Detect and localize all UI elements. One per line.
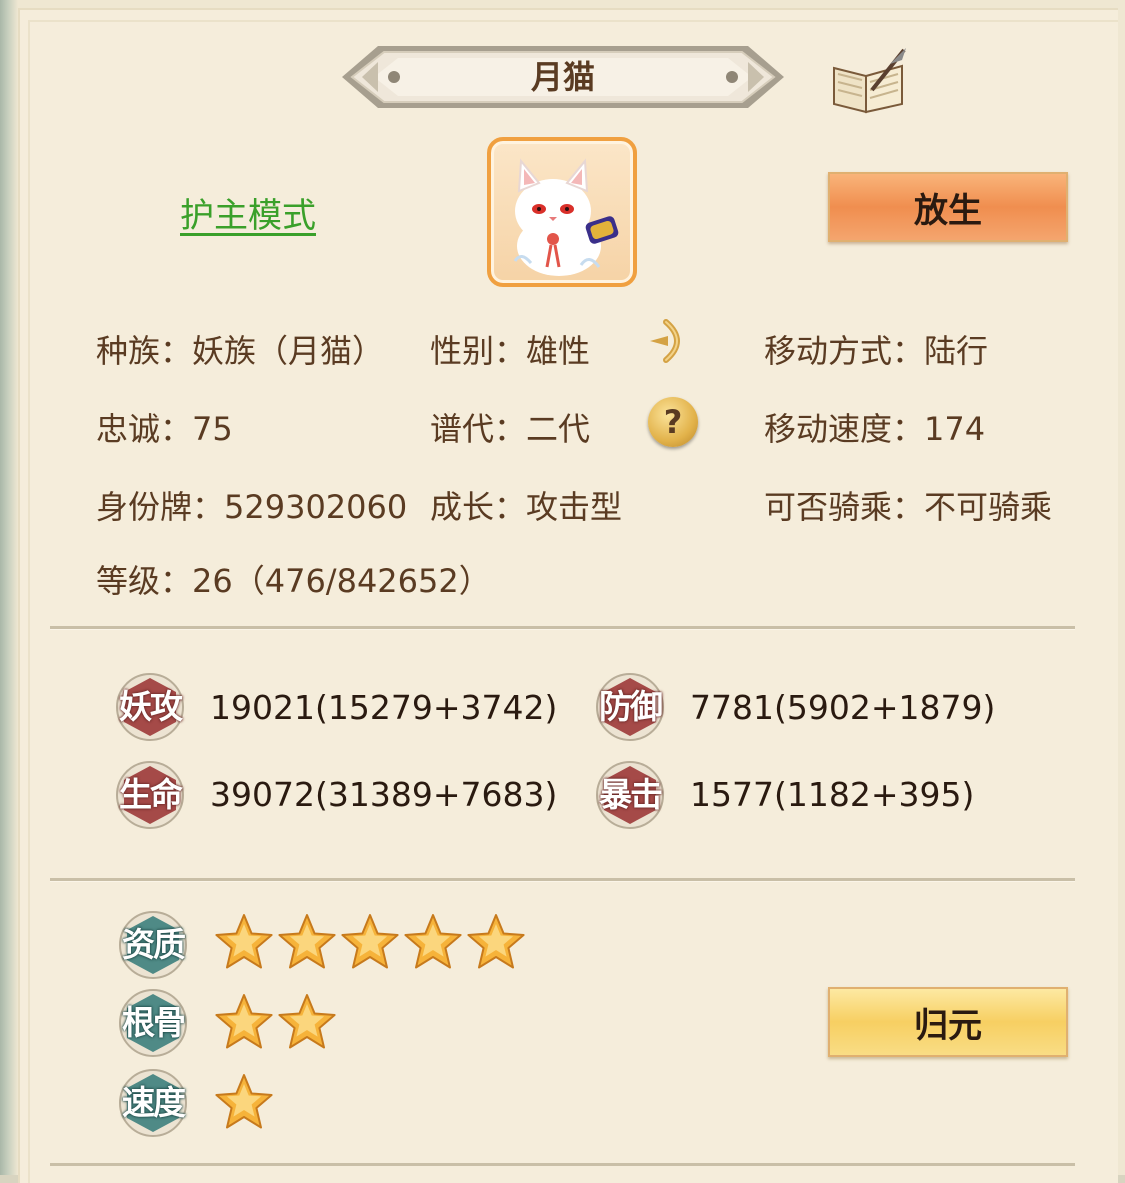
return-button[interactable]: 归元	[828, 987, 1068, 1057]
rating-badge-bone: 根骨	[118, 988, 188, 1058]
title-banner: 月猫	[338, 42, 788, 112]
star-icon	[341, 914, 399, 969]
guard-mode-link[interactable]: 护主模式	[180, 188, 316, 237]
race-info: 种族：妖族（月猫）	[96, 332, 385, 370]
rating-badge-speed: 速度	[118, 1068, 188, 1138]
defense-value: 7781(5902+1879)	[690, 688, 996, 727]
star-icon	[215, 914, 273, 969]
speed-stars	[212, 1070, 275, 1134]
loyalty-info: 忠诚：75	[96, 410, 233, 448]
stat-badge-defense: 防御	[595, 672, 665, 742]
move-speed-info: 移动速度：174	[764, 410, 986, 448]
star-icon	[278, 914, 336, 969]
aptitude-stars	[212, 910, 527, 974]
stat-badge-crit: 暴击	[595, 760, 665, 830]
health-value: 39072(31389+7683)	[210, 775, 558, 814]
pet-avatar	[487, 137, 637, 287]
star-icon	[467, 914, 525, 969]
help-icon[interactable]: ?	[648, 397, 698, 447]
moon-cat-portrait	[513, 158, 619, 276]
direction-arrow-icon	[650, 319, 680, 363]
star-icon	[215, 994, 273, 1049]
attack-value: 19021(15279+3742)	[210, 688, 558, 727]
bone-stars	[212, 990, 338, 1054]
star-icon	[278, 994, 336, 1049]
id-tag-info: 身份牌：529302060	[96, 488, 408, 526]
crit-value: 1577(1182+395)	[690, 775, 975, 814]
pet-name-title: 月猫	[530, 58, 595, 96]
section-divider	[50, 1163, 1075, 1166]
generation-info: 谱代：二代	[430, 410, 591, 448]
growth-info: 成长：攻击型	[430, 488, 623, 526]
section-divider	[50, 878, 1075, 882]
book-quill-icon[interactable]	[828, 46, 910, 116]
gender-info: 性别：雄性	[430, 332, 591, 370]
section-divider	[50, 626, 1075, 630]
move-type-info: 移动方式：陆行	[764, 332, 989, 370]
star-icon	[215, 1074, 273, 1129]
stat-badge-health: 生命	[115, 760, 185, 830]
rideable-info: 可否骑乘：不可骑乘	[764, 488, 1053, 526]
rating-badge-aptitude: 资质	[118, 910, 188, 980]
level-info: 等级：26（476/842652）	[96, 562, 491, 600]
stat-badge-attack: 妖攻	[115, 672, 185, 742]
release-button[interactable]: 放生	[828, 172, 1068, 242]
star-icon	[404, 914, 462, 969]
